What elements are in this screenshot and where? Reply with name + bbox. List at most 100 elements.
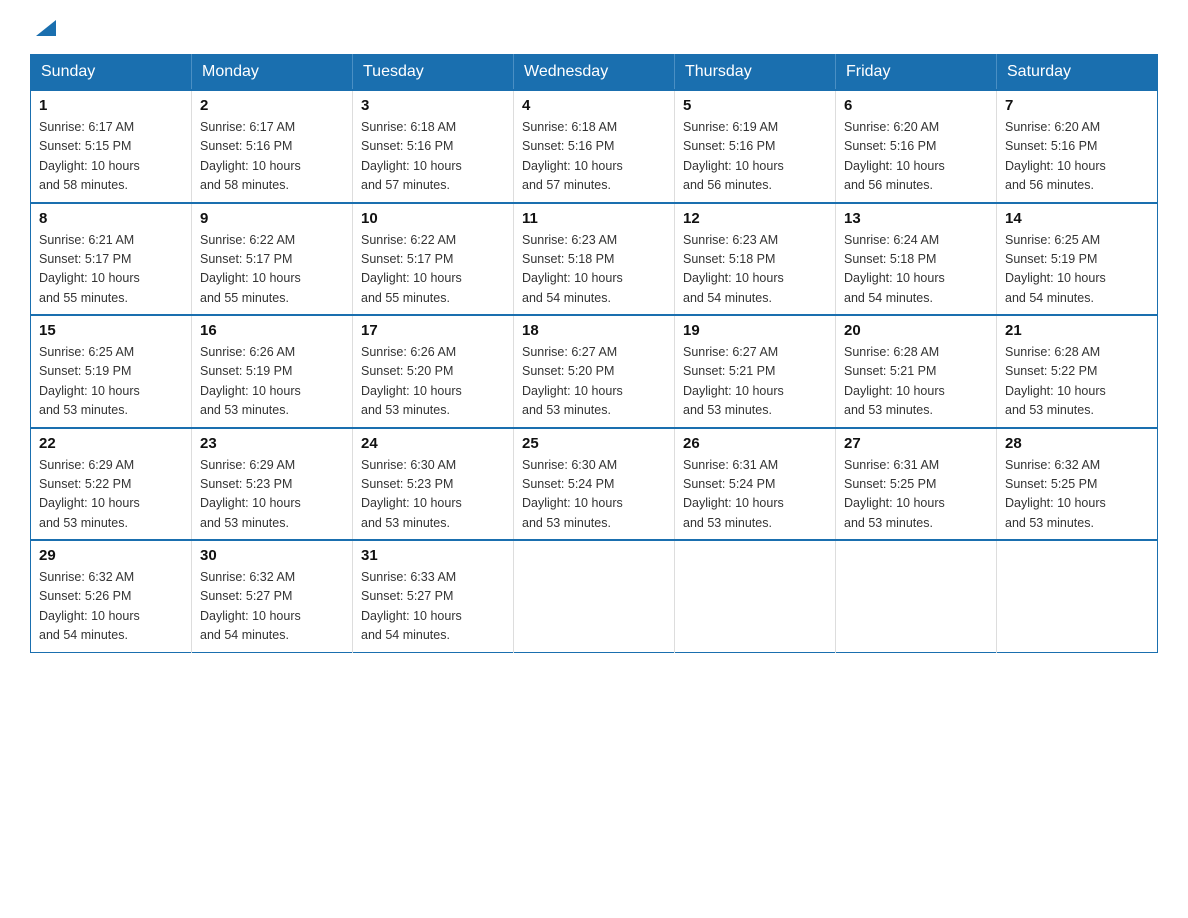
day-number: 12	[683, 210, 827, 227]
day-number: 9	[200, 210, 344, 227]
calendar-cell: 21 Sunrise: 6:28 AM Sunset: 5:22 PM Dayl…	[997, 315, 1158, 428]
day-number: 18	[522, 322, 666, 339]
calendar-cell: 8 Sunrise: 6:21 AM Sunset: 5:17 PM Dayli…	[31, 203, 192, 316]
header-sunday: Sunday	[31, 55, 192, 91]
day-info: Sunrise: 6:25 AM Sunset: 5:19 PM Dayligh…	[39, 343, 183, 421]
day-info: Sunrise: 6:18 AM Sunset: 5:16 PM Dayligh…	[522, 118, 666, 196]
calendar-cell	[675, 540, 836, 652]
week-row-4: 22 Sunrise: 6:29 AM Sunset: 5:22 PM Dayl…	[31, 428, 1158, 541]
day-info: Sunrise: 6:31 AM Sunset: 5:24 PM Dayligh…	[683, 456, 827, 534]
calendar-cell: 9 Sunrise: 6:22 AM Sunset: 5:17 PM Dayli…	[192, 203, 353, 316]
day-number: 19	[683, 322, 827, 339]
day-info: Sunrise: 6:32 AM Sunset: 5:25 PM Dayligh…	[1005, 456, 1149, 534]
calendar-table: SundayMondayTuesdayWednesdayThursdayFrid…	[30, 54, 1158, 653]
calendar-cell: 29 Sunrise: 6:32 AM Sunset: 5:26 PM Dayl…	[31, 540, 192, 652]
header-tuesday: Tuesday	[353, 55, 514, 91]
day-info: Sunrise: 6:21 AM Sunset: 5:17 PM Dayligh…	[39, 231, 183, 309]
calendar-cell: 17 Sunrise: 6:26 AM Sunset: 5:20 PM Dayl…	[353, 315, 514, 428]
day-number: 16	[200, 322, 344, 339]
logo	[30, 20, 56, 34]
calendar-cell: 3 Sunrise: 6:18 AM Sunset: 5:16 PM Dayli…	[353, 90, 514, 203]
day-number: 23	[200, 435, 344, 452]
day-number: 5	[683, 97, 827, 114]
day-number: 17	[361, 322, 505, 339]
calendar-cell: 30 Sunrise: 6:32 AM Sunset: 5:27 PM Dayl…	[192, 540, 353, 652]
logo-triangle-icon	[36, 20, 56, 36]
calendar-cell: 27 Sunrise: 6:31 AM Sunset: 5:25 PM Dayl…	[836, 428, 997, 541]
calendar-cell	[514, 540, 675, 652]
day-info: Sunrise: 6:20 AM Sunset: 5:16 PM Dayligh…	[1005, 118, 1149, 196]
header-row: SundayMondayTuesdayWednesdayThursdayFrid…	[31, 55, 1158, 91]
calendar-cell: 24 Sunrise: 6:30 AM Sunset: 5:23 PM Dayl…	[353, 428, 514, 541]
day-info: Sunrise: 6:32 AM Sunset: 5:27 PM Dayligh…	[200, 568, 344, 646]
calendar-cell: 31 Sunrise: 6:33 AM Sunset: 5:27 PM Dayl…	[353, 540, 514, 652]
header-thursday: Thursday	[675, 55, 836, 91]
day-number: 4	[522, 97, 666, 114]
day-number: 3	[361, 97, 505, 114]
day-info: Sunrise: 6:20 AM Sunset: 5:16 PM Dayligh…	[844, 118, 988, 196]
day-info: Sunrise: 6:18 AM Sunset: 5:16 PM Dayligh…	[361, 118, 505, 196]
day-number: 10	[361, 210, 505, 227]
day-info: Sunrise: 6:17 AM Sunset: 5:15 PM Dayligh…	[39, 118, 183, 196]
calendar-cell: 18 Sunrise: 6:27 AM Sunset: 5:20 PM Dayl…	[514, 315, 675, 428]
day-info: Sunrise: 6:22 AM Sunset: 5:17 PM Dayligh…	[200, 231, 344, 309]
calendar-cell: 22 Sunrise: 6:29 AM Sunset: 5:22 PM Dayl…	[31, 428, 192, 541]
calendar-cell: 2 Sunrise: 6:17 AM Sunset: 5:16 PM Dayli…	[192, 90, 353, 203]
day-number: 25	[522, 435, 666, 452]
day-info: Sunrise: 6:23 AM Sunset: 5:18 PM Dayligh…	[522, 231, 666, 309]
day-number: 22	[39, 435, 183, 452]
calendar-cell: 7 Sunrise: 6:20 AM Sunset: 5:16 PM Dayli…	[997, 90, 1158, 203]
day-info: Sunrise: 6:33 AM Sunset: 5:27 PM Dayligh…	[361, 568, 505, 646]
day-info: Sunrise: 6:29 AM Sunset: 5:22 PM Dayligh…	[39, 456, 183, 534]
week-row-5: 29 Sunrise: 6:32 AM Sunset: 5:26 PM Dayl…	[31, 540, 1158, 652]
day-info: Sunrise: 6:19 AM Sunset: 5:16 PM Dayligh…	[683, 118, 827, 196]
calendar-body: 1 Sunrise: 6:17 AM Sunset: 5:15 PM Dayli…	[31, 90, 1158, 652]
calendar-cell: 11 Sunrise: 6:23 AM Sunset: 5:18 PM Dayl…	[514, 203, 675, 316]
calendar-cell: 6 Sunrise: 6:20 AM Sunset: 5:16 PM Dayli…	[836, 90, 997, 203]
calendar-cell: 23 Sunrise: 6:29 AM Sunset: 5:23 PM Dayl…	[192, 428, 353, 541]
calendar-cell: 14 Sunrise: 6:25 AM Sunset: 5:19 PM Dayl…	[997, 203, 1158, 316]
day-info: Sunrise: 6:27 AM Sunset: 5:20 PM Dayligh…	[522, 343, 666, 421]
day-number: 6	[844, 97, 988, 114]
calendar-header: SundayMondayTuesdayWednesdayThursdayFrid…	[31, 55, 1158, 91]
day-number: 26	[683, 435, 827, 452]
calendar-cell: 5 Sunrise: 6:19 AM Sunset: 5:16 PM Dayli…	[675, 90, 836, 203]
day-number: 24	[361, 435, 505, 452]
calendar-cell: 13 Sunrise: 6:24 AM Sunset: 5:18 PM Dayl…	[836, 203, 997, 316]
day-info: Sunrise: 6:30 AM Sunset: 5:23 PM Dayligh…	[361, 456, 505, 534]
header-friday: Friday	[836, 55, 997, 91]
day-info: Sunrise: 6:23 AM Sunset: 5:18 PM Dayligh…	[683, 231, 827, 309]
day-number: 31	[361, 547, 505, 564]
header-monday: Monday	[192, 55, 353, 91]
day-info: Sunrise: 6:29 AM Sunset: 5:23 PM Dayligh…	[200, 456, 344, 534]
day-info: Sunrise: 6:25 AM Sunset: 5:19 PM Dayligh…	[1005, 231, 1149, 309]
day-number: 14	[1005, 210, 1149, 227]
day-number: 27	[844, 435, 988, 452]
day-number: 15	[39, 322, 183, 339]
day-info: Sunrise: 6:31 AM Sunset: 5:25 PM Dayligh…	[844, 456, 988, 534]
day-number: 29	[39, 547, 183, 564]
day-info: Sunrise: 6:26 AM Sunset: 5:19 PM Dayligh…	[200, 343, 344, 421]
calendar-cell: 4 Sunrise: 6:18 AM Sunset: 5:16 PM Dayli…	[514, 90, 675, 203]
week-row-2: 8 Sunrise: 6:21 AM Sunset: 5:17 PM Dayli…	[31, 203, 1158, 316]
day-info: Sunrise: 6:30 AM Sunset: 5:24 PM Dayligh…	[522, 456, 666, 534]
week-row-3: 15 Sunrise: 6:25 AM Sunset: 5:19 PM Dayl…	[31, 315, 1158, 428]
day-number: 2	[200, 97, 344, 114]
calendar-cell: 12 Sunrise: 6:23 AM Sunset: 5:18 PM Dayl…	[675, 203, 836, 316]
day-number: 1	[39, 97, 183, 114]
calendar-cell: 15 Sunrise: 6:25 AM Sunset: 5:19 PM Dayl…	[31, 315, 192, 428]
day-info: Sunrise: 6:17 AM Sunset: 5:16 PM Dayligh…	[200, 118, 344, 196]
day-info: Sunrise: 6:32 AM Sunset: 5:26 PM Dayligh…	[39, 568, 183, 646]
day-number: 30	[200, 547, 344, 564]
day-number: 7	[1005, 97, 1149, 114]
day-info: Sunrise: 6:27 AM Sunset: 5:21 PM Dayligh…	[683, 343, 827, 421]
day-info: Sunrise: 6:26 AM Sunset: 5:20 PM Dayligh…	[361, 343, 505, 421]
calendar-cell: 25 Sunrise: 6:30 AM Sunset: 5:24 PM Dayl…	[514, 428, 675, 541]
day-number: 11	[522, 210, 666, 227]
calendar-cell: 16 Sunrise: 6:26 AM Sunset: 5:19 PM Dayl…	[192, 315, 353, 428]
page-header	[30, 20, 1158, 34]
day-number: 8	[39, 210, 183, 227]
day-number: 20	[844, 322, 988, 339]
header-wednesday: Wednesday	[514, 55, 675, 91]
header-saturday: Saturday	[997, 55, 1158, 91]
